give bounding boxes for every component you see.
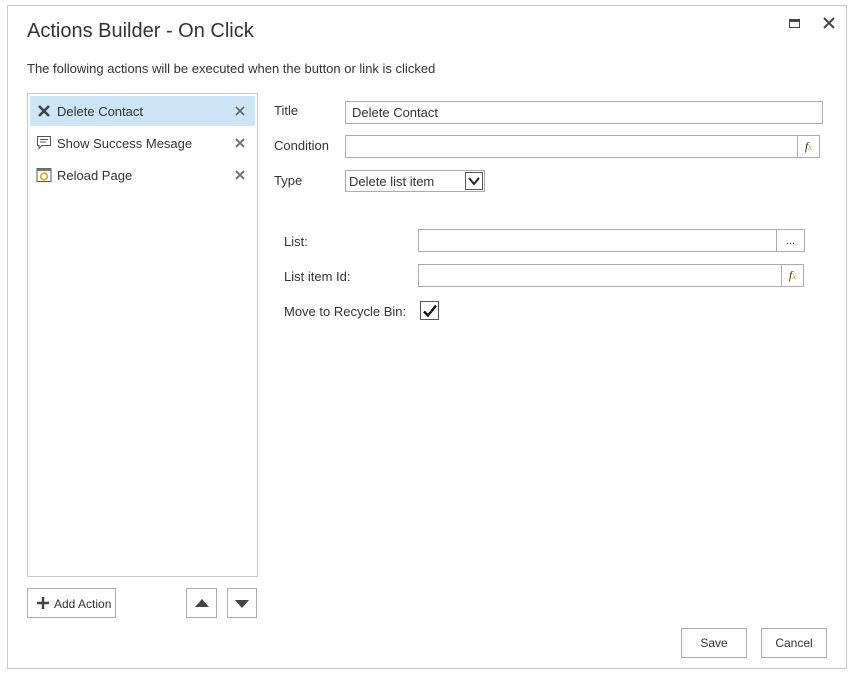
list-item-id-input[interactable] xyxy=(418,264,782,287)
type-label: Type xyxy=(274,173,303,188)
save-button[interactable]: Save xyxy=(681,628,747,658)
dialog-title: Actions Builder - On Click xyxy=(27,20,254,42)
cancel-button[interactable]: Cancel xyxy=(761,628,827,658)
action-item-delete-contact[interactable]: Delete Contact xyxy=(30,96,255,126)
action-item-label: Show Success Mesage xyxy=(57,136,193,151)
list-item-id-label: List item Id: xyxy=(284,269,351,284)
move-down-button[interactable] xyxy=(227,588,257,618)
chevron-down-icon xyxy=(465,172,483,190)
recycle-bin-label: Move to Recycle Bin: xyxy=(284,304,407,319)
plus-icon xyxy=(36,594,50,615)
close-icon xyxy=(823,17,835,29)
title-label: Title xyxy=(274,103,299,118)
list-item-id-formula-button[interactable]: fx xyxy=(781,264,804,287)
add-action-label: Add Action xyxy=(54,597,112,611)
action-item-reload-page[interactable]: Reload Page xyxy=(30,160,255,190)
type-select-value: Delete list item xyxy=(349,174,435,189)
list-browse-button[interactable]: ... xyxy=(776,229,805,252)
recycle-bin-checkbox[interactable] xyxy=(420,301,439,320)
close-button[interactable] xyxy=(820,14,838,32)
reload-page-icon xyxy=(36,167,52,183)
action-item-show-success-message[interactable]: Show Success Mesage xyxy=(30,128,255,158)
title-input[interactable]: Delete Contact xyxy=(345,101,823,124)
add-action-button[interactable]: Add Action xyxy=(27,588,116,618)
arrow-up-icon xyxy=(195,599,209,607)
type-select[interactable]: Delete list item xyxy=(345,170,485,192)
delete-x-icon xyxy=(36,103,52,119)
formula-icon: fx xyxy=(788,268,797,282)
action-item-label: Delete Contact xyxy=(57,104,143,119)
list-input[interactable] xyxy=(418,229,777,252)
arrow-down-icon xyxy=(235,600,249,608)
message-icon xyxy=(36,135,52,151)
actions-list: Delete Contact Show Success Mesage Reloa… xyxy=(27,93,258,577)
condition-input[interactable] xyxy=(345,135,798,158)
move-up-button[interactable] xyxy=(186,588,217,618)
checkmark-icon xyxy=(423,304,437,318)
maximize-button[interactable] xyxy=(786,14,804,32)
remove-action-icon[interactable] xyxy=(235,135,245,151)
remove-action-icon[interactable] xyxy=(235,167,245,183)
condition-formula-button[interactable]: fx xyxy=(797,135,820,158)
formula-icon: fx xyxy=(804,139,813,153)
list-label: List: xyxy=(284,234,308,249)
remove-action-icon[interactable] xyxy=(235,103,245,119)
condition-label: Condition xyxy=(274,138,329,153)
maximize-icon xyxy=(789,19,800,28)
action-item-label: Reload Page xyxy=(57,168,133,183)
dialog-subtitle: The following actions will be executed w… xyxy=(27,61,436,76)
